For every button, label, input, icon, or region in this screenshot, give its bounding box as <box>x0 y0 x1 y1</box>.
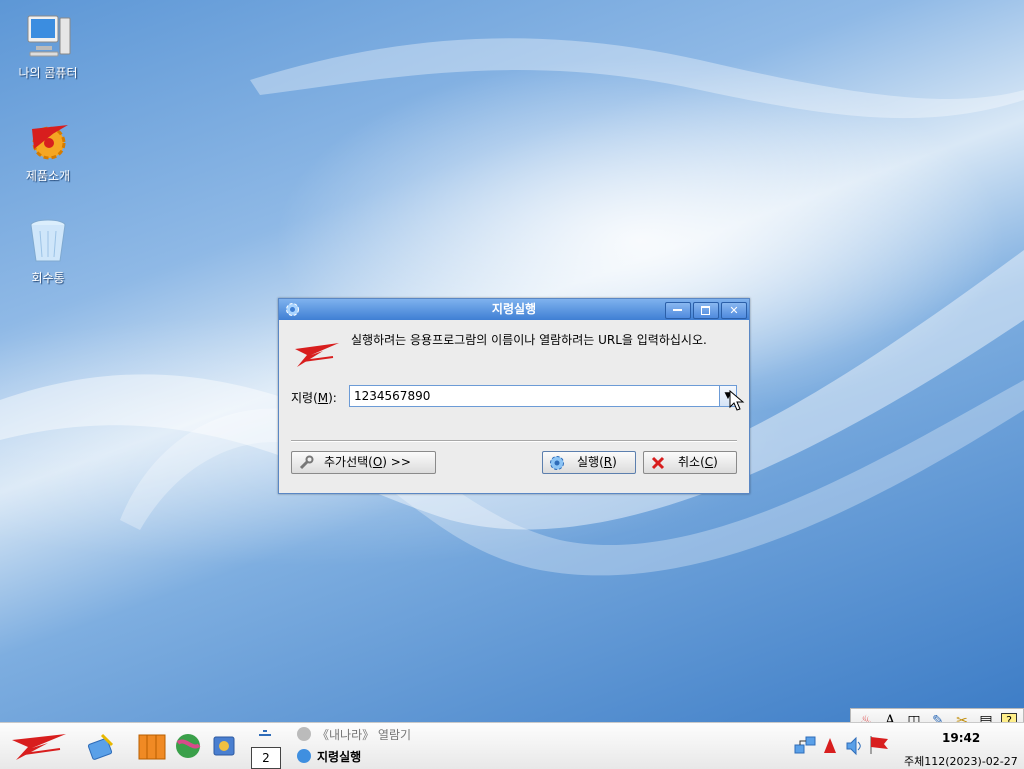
network-icon[interactable] <box>794 735 816 757</box>
minimize-button[interactable] <box>665 302 691 319</box>
clock-time[interactable]: 19:42 <box>942 731 980 745</box>
more-options-button[interactable]: 추가선택(O) >> <box>291 451 436 474</box>
run-gear-icon <box>550 456 564 470</box>
red-star-tray-icon[interactable] <box>822 737 838 755</box>
browser-globe-icon[interactable] <box>175 733 201 759</box>
desktop-icon-label: 나의 콤퓨터 <box>18 66 78 80</box>
task-label: 지령실행 <box>317 750 362 764</box>
desktop-switch-icon[interactable] <box>258 728 272 738</box>
task-item-browser[interactable]: 《내나라》 열람기 <box>297 725 411 745</box>
start-menu-red-star-icon[interactable] <box>10 730 68 762</box>
media-player-icon[interactable] <box>210 731 238 759</box>
red-star-gear-icon <box>24 115 72 163</box>
desktop-icon-label: 회수통 <box>31 271 65 285</box>
task-item-run-command[interactable]: 지령실행 <box>297 747 361 767</box>
more-options-label: 추가선택(O) >> <box>324 455 411 469</box>
recycle-bin-icon <box>24 217 72 265</box>
red-star-logo-icon <box>295 343 339 367</box>
dialog-message: 실행하려는 응용프로그람의 이름이나 열람하려는 URL을 입력하십시오. <box>351 333 707 347</box>
cancel-x-icon <box>651 456 665 470</box>
wrench-icon <box>299 455 314 470</box>
computer-icon <box>24 12 72 60</box>
command-combobox[interactable]: ▼ <box>349 385 737 407</box>
run-button[interactable]: 실행(R) <box>542 451 636 474</box>
dialog-titlebar[interactable]: 지령실행 ✕ <box>279 299 749 320</box>
cancel-label: 취소(C) <box>678 455 718 469</box>
flag-icon[interactable] <box>868 735 890 755</box>
file-manager-icon[interactable] <box>86 731 116 761</box>
office-books-icon[interactable] <box>137 731 167 761</box>
dialog-separator <box>291 440 737 442</box>
taskbar: 2 《내나라》 열람기 지령실행 19:42 주체112(2023)-02-27 <box>0 722 1024 769</box>
command-input[interactable] <box>350 386 726 406</box>
desktop-icon-product-intro[interactable]: 제품소개 <box>3 115 93 184</box>
maximize-button[interactable] <box>693 302 719 319</box>
task-label: 《내나라》 열람기 <box>317 728 412 742</box>
dialog-title: 지령실행 <box>491 302 537 316</box>
command-label: 지령(M): <box>291 391 337 405</box>
volume-icon[interactable] <box>845 735 863 757</box>
close-button[interactable]: ✕ <box>721 302 747 319</box>
cancel-button[interactable]: 취소(C) <box>643 451 737 474</box>
run-command-dialog: 지령실행 ✕ 실행하려는 응용프로그람의 이름이나 열람하려는 URL을 입력하… <box>278 298 750 494</box>
close-icon: ✕ <box>729 304 739 317</box>
run-label: 실행(R) <box>577 455 617 469</box>
desktop-icon-recycle-bin[interactable]: 회수통 <box>3 217 93 286</box>
globe-icon <box>297 727 311 741</box>
run-gear-icon <box>286 303 299 316</box>
run-gear-icon <box>297 749 311 763</box>
desktop-icon-my-computer[interactable]: 나의 콤퓨터 <box>3 12 93 81</box>
maximize-icon <box>701 306 710 315</box>
workspace-pager[interactable]: 2 <box>251 747 281 769</box>
desktop-icon-label: 제품소개 <box>25 169 71 183</box>
minimize-icon <box>673 309 682 311</box>
clock-date: 주체112(2023)-02-27 <box>904 755 1018 768</box>
mouse-pointer-icon <box>729 390 745 411</box>
